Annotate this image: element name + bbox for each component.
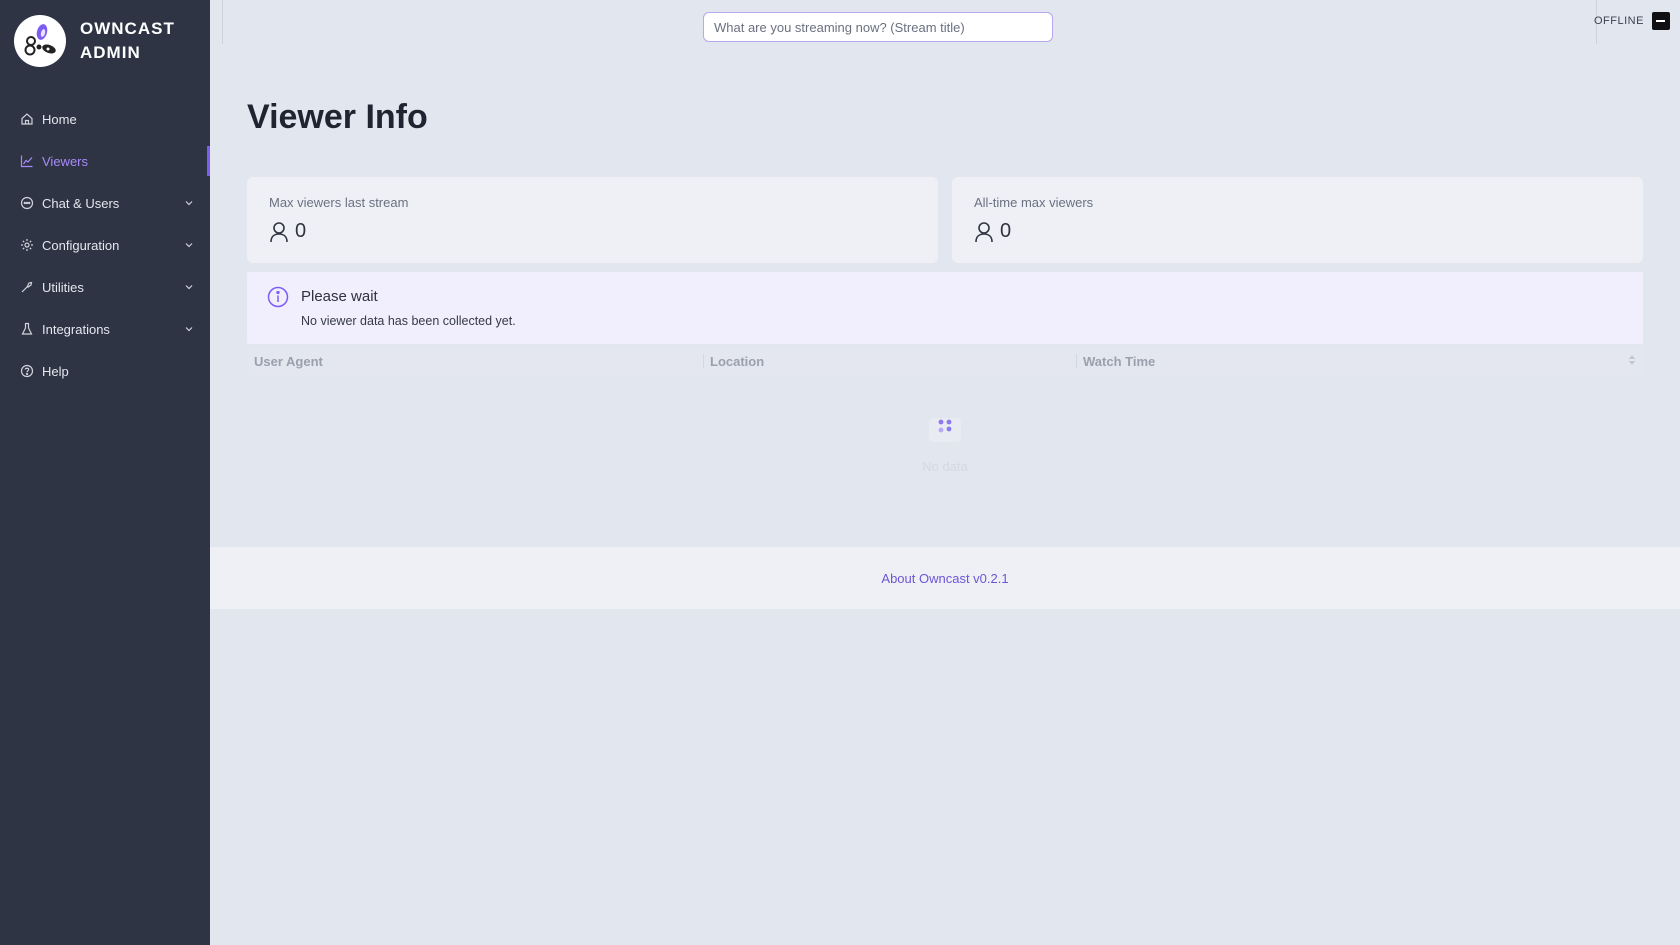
brand-title: OWNCAST ADMIN xyxy=(80,19,175,62)
header-divider xyxy=(222,0,223,44)
about-owncast-link[interactable]: About Owncast v0.2.1 xyxy=(881,571,1008,586)
home-icon xyxy=(20,112,34,126)
sidebar-item-label: Integrations xyxy=(42,321,110,337)
sidebar-item-configuration[interactable]: Configuration xyxy=(0,224,210,266)
stat-title: Max viewers last stream xyxy=(269,195,409,210)
footer: About Owncast v0.2.1 xyxy=(210,547,1680,609)
gear-icon xyxy=(20,238,34,252)
chevron-down-icon xyxy=(184,198,194,208)
sidebar-item-utilities[interactable]: Utilities xyxy=(0,266,210,308)
column-label: Watch Time xyxy=(1083,353,1156,369)
sidebar-item-home[interactable]: Home xyxy=(0,98,210,140)
column-header-watch-time[interactable]: Watch Time xyxy=(1076,346,1643,376)
column-header-user-agent: User Agent xyxy=(247,346,703,376)
column-label: Location xyxy=(710,353,765,369)
sidebar-item-integrations[interactable]: Integrations xyxy=(0,308,210,350)
stat-value: 0 xyxy=(295,220,307,242)
info-icon xyxy=(267,286,289,313)
info-alert: Please wait No viewer data has been coll… xyxy=(247,272,1643,344)
stat-title: All-time max viewers xyxy=(974,195,1094,210)
column-label: User Agent xyxy=(254,353,323,369)
alert-description: No viewer data has been collected yet. xyxy=(301,314,516,328)
tool-icon xyxy=(20,280,34,294)
user-icon xyxy=(975,221,993,242)
chevron-down-icon xyxy=(184,282,194,292)
status-label: OFFLINE xyxy=(1594,15,1644,27)
online-status[interactable]: OFFLINE xyxy=(1594,12,1670,30)
question-icon xyxy=(20,364,34,378)
chevron-down-icon xyxy=(184,324,194,334)
alert-title: Please wait xyxy=(301,288,378,305)
owncast-logo xyxy=(14,15,66,67)
line-chart-icon xyxy=(20,154,34,168)
stat-value-row: 0 xyxy=(974,220,1621,243)
sidebar-item-label: Utilities xyxy=(42,279,84,295)
sidebar-item-label: Configuration xyxy=(42,237,120,253)
empty-text: No data xyxy=(922,459,968,474)
stat-card-max-last-stream: Max viewers last stream 0 xyxy=(247,177,938,263)
sidebar-item-label: Viewers xyxy=(42,153,89,169)
offline-indicator-icon xyxy=(1651,12,1670,30)
stat-value: 0 xyxy=(1000,220,1012,242)
top-header: OFFLINE xyxy=(210,0,1680,46)
stream-title-input[interactable] xyxy=(703,12,1053,42)
sidebar-nav: Home Viewers Chat & Users Configuration xyxy=(0,98,210,392)
stat-card-all-time-max: All-time max viewers 0 xyxy=(952,177,1643,263)
empty-state: No data xyxy=(890,412,1000,474)
flask-icon xyxy=(20,322,34,336)
sort-icon[interactable] xyxy=(1629,355,1635,365)
sidebar-item-viewers[interactable]: Viewers xyxy=(0,140,210,182)
sidebar-item-chat-users[interactable]: Chat & Users xyxy=(0,182,210,224)
chat-icon xyxy=(20,196,34,210)
sidebar-item-help[interactable]: Help xyxy=(0,350,210,392)
sidebar-item-label: Help xyxy=(42,363,69,379)
table-header: User Agent Location Watch Time xyxy=(247,346,1643,376)
sidebar-item-label: Home xyxy=(42,111,77,127)
sidebar: OWNCAST ADMIN Home Viewers Chat & Users xyxy=(0,0,210,945)
column-header-location: Location xyxy=(703,346,1076,376)
brand[interactable]: OWNCAST ADMIN xyxy=(0,0,210,82)
page-title: Viewer Info xyxy=(247,98,428,136)
user-icon xyxy=(270,221,288,242)
sidebar-item-label: Chat & Users xyxy=(42,195,120,211)
stat-value-row: 0 xyxy=(269,220,916,243)
loading-spinner-icon xyxy=(929,418,961,442)
chevron-down-icon xyxy=(184,240,194,250)
